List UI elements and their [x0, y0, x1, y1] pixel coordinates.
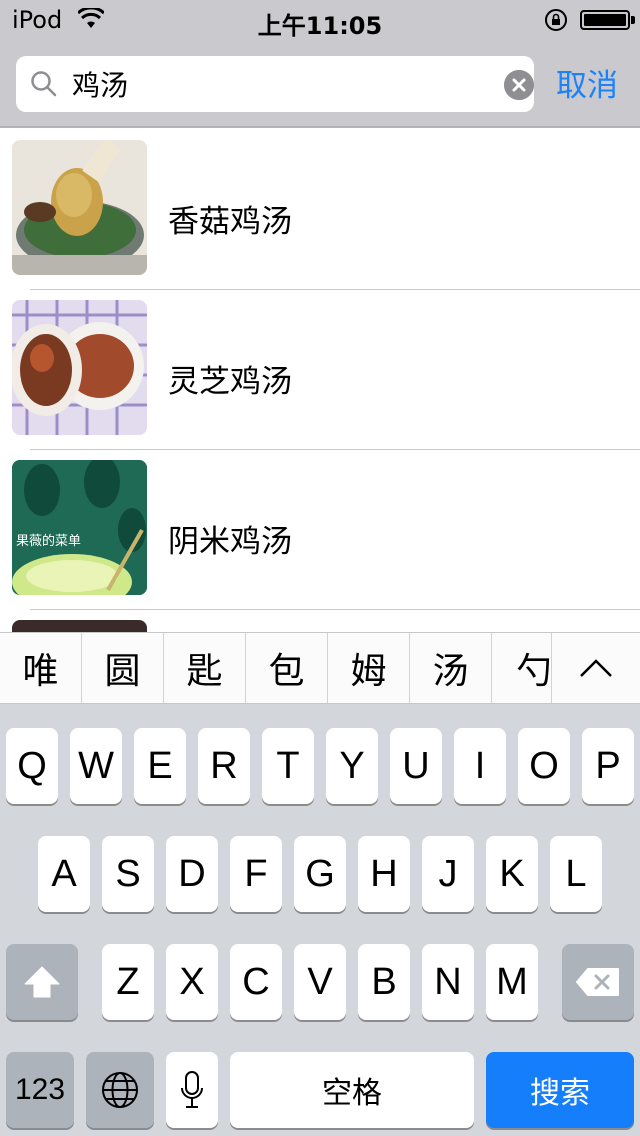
list-item[interactable]: 果薇的菜单 阴米鸡汤: [0, 450, 640, 610]
rotation-lock-icon: [545, 9, 567, 31]
shift-key[interactable]: [6, 944, 78, 1020]
candidate-item[interactable]: 姆: [328, 633, 410, 703]
key-h[interactable]: H: [358, 836, 410, 912]
key-t[interactable]: T: [262, 728, 314, 804]
recipe-thumbnail: 果薇的菜单: [12, 460, 147, 595]
status-bar: iPod 上午11:05: [0, 0, 640, 40]
key-b[interactable]: B: [358, 944, 410, 1020]
key-q[interactable]: Q: [6, 728, 58, 804]
key-j[interactable]: J: [422, 836, 474, 912]
microphone-icon: [181, 1071, 203, 1108]
dictation-key[interactable]: [166, 1052, 218, 1128]
candidate-item[interactable]: 汤: [410, 633, 492, 703]
battery-icon: [580, 10, 635, 30]
key-l[interactable]: L: [550, 836, 602, 912]
thumbnail-image: [12, 460, 147, 595]
search-header: iPod 上午11:05 取消: [0, 0, 640, 128]
candidate-item[interactable]: 包: [246, 633, 328, 703]
key-k[interactable]: K: [486, 836, 538, 912]
list-item[interactable]: [0, 610, 640, 632]
recipe-thumbnail: [12, 140, 147, 275]
candidate-item[interactable]: 勺: [492, 633, 552, 703]
key-x[interactable]: X: [166, 944, 218, 1020]
search-input[interactable]: [72, 64, 482, 104]
expand-candidates-button[interactable]: [552, 633, 640, 703]
key-w[interactable]: W: [70, 728, 122, 804]
recipe-title: 灵芝鸡汤: [168, 364, 292, 400]
list-item[interactable]: 灵芝鸡汤: [0, 290, 640, 450]
key-g[interactable]: G: [294, 836, 346, 912]
recipe-thumbnail: [12, 620, 147, 632]
recipe-thumbnail: [12, 300, 147, 435]
candidate-item[interactable]: 匙: [164, 633, 246, 703]
clear-icon[interactable]: [504, 70, 534, 100]
key-y[interactable]: Y: [326, 728, 378, 804]
thumbnail-caption: 果薇的菜单: [16, 534, 82, 549]
globe-icon: [102, 1072, 138, 1108]
key-p[interactable]: P: [582, 728, 634, 804]
cancel-button[interactable]: 取消: [556, 60, 618, 105]
key-z[interactable]: Z: [102, 944, 154, 1020]
candidate-bar: 唯 圆 匙 包 姆 汤 勺: [0, 632, 640, 704]
space-key[interactable]: 空格: [230, 1052, 474, 1128]
backspace-icon: [576, 968, 619, 996]
key-n[interactable]: N: [422, 944, 474, 1020]
candidate-item[interactable]: 圆: [82, 633, 164, 703]
globe-key[interactable]: [86, 1052, 154, 1128]
keyboard: Q W E R T Y U I O P A S D F G H J K L Z …: [0, 704, 640, 1136]
list-item[interactable]: 香菇鸡汤: [0, 130, 640, 290]
key-a[interactable]: A: [38, 836, 90, 912]
results-list: 香菇鸡汤 灵芝鸡汤 果薇的菜单 阴米鸡汤: [0, 130, 640, 632]
candidate-item[interactable]: 唯: [0, 633, 82, 703]
key-d[interactable]: D: [166, 836, 218, 912]
key-f[interactable]: F: [230, 836, 282, 912]
shift-icon: [24, 966, 60, 998]
delete-key[interactable]: [562, 944, 634, 1020]
key-i[interactable]: I: [454, 728, 506, 804]
recipe-title: 阴米鸡汤: [168, 524, 292, 560]
key-c[interactable]: C: [230, 944, 282, 1020]
key-s[interactable]: S: [102, 836, 154, 912]
chevron-up-icon: [580, 659, 612, 677]
key-e[interactable]: E: [134, 728, 186, 804]
search-field[interactable]: [16, 56, 534, 112]
key-u[interactable]: U: [390, 728, 442, 804]
recipe-title: 香菇鸡汤: [168, 204, 292, 240]
key-r[interactable]: R: [198, 728, 250, 804]
key-m[interactable]: M: [486, 944, 538, 1020]
key-v[interactable]: V: [294, 944, 346, 1020]
search-icon: [31, 71, 57, 97]
search-key[interactable]: 搜索: [486, 1052, 634, 1128]
key-o[interactable]: O: [518, 728, 570, 804]
numbers-key[interactable]: 123: [6, 1052, 74, 1128]
